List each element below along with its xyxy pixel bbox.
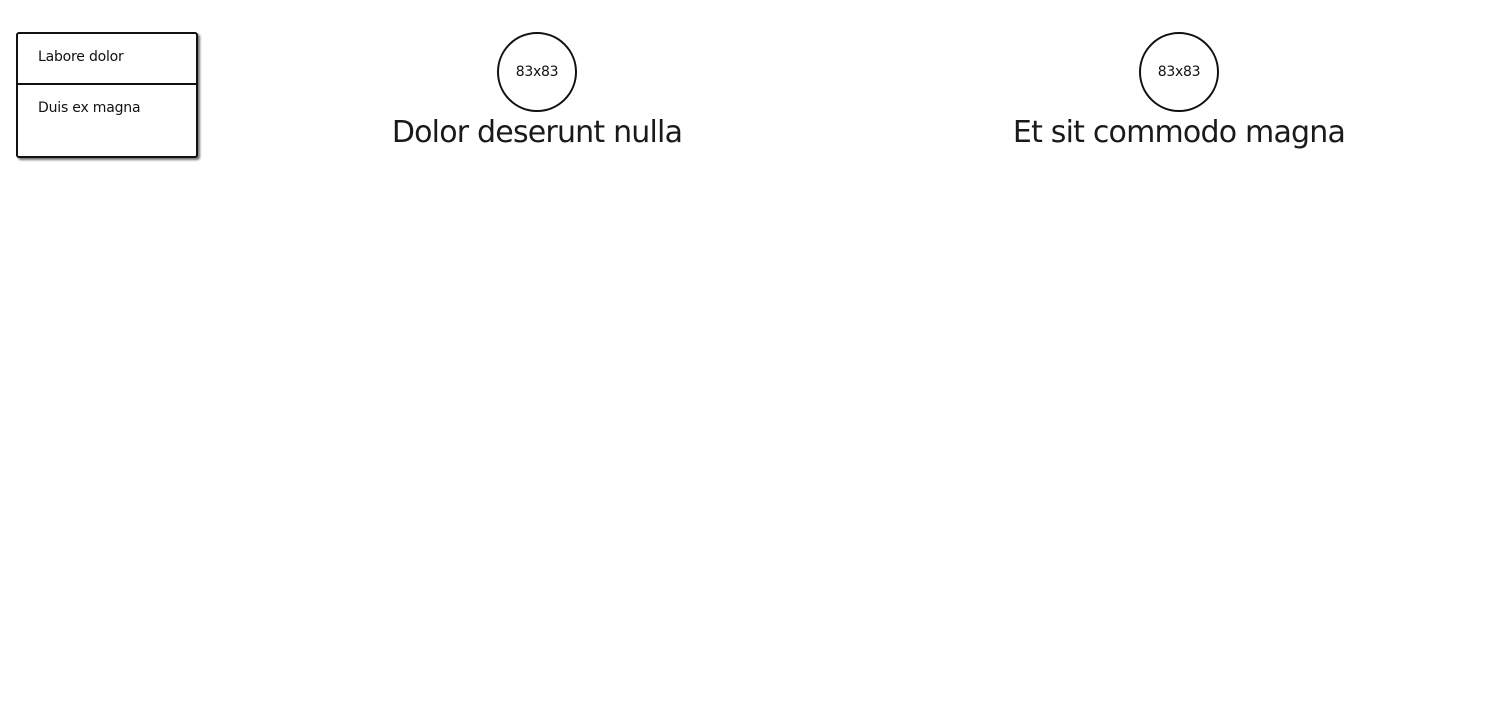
page: Labore dolor Duis ex magna 83x83 Dolor d… — [0, 0, 1500, 720]
profile-card: 83x83 Dolor deserunt nulla — [327, 32, 747, 152]
menu-item-label: Labore dolor — [38, 49, 124, 65]
card-title: Et sit commodo magna — [1012, 115, 1346, 150]
menu-item-label: Duis ex magna — [38, 100, 141, 116]
avatar-placeholder[interactable]: 83x83 — [497, 32, 577, 112]
avatar-size-label: 83x83 — [1157, 64, 1201, 80]
menu-item-labore-dolor[interactable]: Labore dolor — [18, 34, 196, 83]
menu-item-duis-ex-magna[interactable]: Duis ex magna — [18, 83, 196, 132]
side-menu: Labore dolor Duis ex magna — [16, 32, 198, 158]
avatar-placeholder[interactable]: 83x83 — [1139, 32, 1219, 112]
avatar-size-label: 83x83 — [515, 64, 559, 80]
profile-card: 83x83 Et sit commodo magna — [969, 32, 1389, 152]
card-title: Dolor deserunt nulla — [391, 115, 683, 150]
